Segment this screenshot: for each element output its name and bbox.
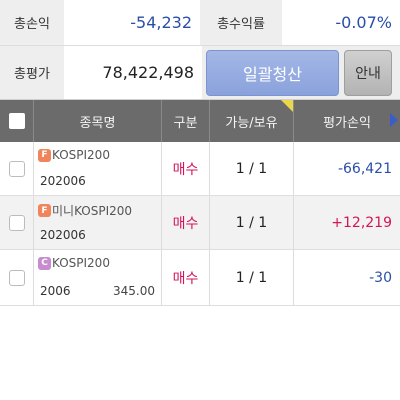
row-name-cell: F 미니KOSPI200 202006: [34, 196, 162, 249]
table-row[interactable]: C KOSPI200 2006 345.00 매수 1 / 1 -30: [0, 250, 400, 306]
total-return-label: 총수익률: [200, 0, 282, 45]
header-name[interactable]: 종목명: [34, 100, 162, 142]
total-return-value: -0.07%: [282, 0, 400, 45]
row-checkbox[interactable]: [8, 160, 25, 177]
call-option-badge-icon: C: [38, 256, 51, 270]
row-code: 202006: [40, 228, 86, 242]
row-name: F KOSPI200: [38, 148, 110, 162]
row-qty-cell: 1 / 1: [210, 142, 294, 195]
header-type[interactable]: 구분: [162, 100, 210, 142]
header-pl-label: 평가손익: [323, 115, 371, 131]
row-code: 202006: [40, 174, 86, 188]
row-name-label: KOSPI200: [52, 148, 110, 162]
row-type-cell: 매수: [162, 196, 210, 249]
row-name-label: 미니KOSPI200: [52, 204, 133, 218]
guide-button[interactable]: 안내: [344, 49, 392, 96]
row-select-cell: [0, 250, 34, 305]
row-type-cell: 매수: [162, 250, 210, 305]
row-name: C KOSPI200: [38, 256, 110, 270]
header-pl[interactable]: 평가손익: [294, 100, 400, 142]
action-buttons: 일괄청산 안내: [202, 46, 400, 99]
table-row[interactable]: F KOSPI200 202006 매수 1 / 1 -66,421: [0, 142, 400, 196]
table-row[interactable]: F 미니KOSPI200 202006 매수 1 / 1 +12,219: [0, 196, 400, 250]
futures-badge-icon: F: [38, 204, 51, 217]
total-eval-label: 총평가: [0, 46, 64, 99]
liquidate-all-button[interactable]: 일괄청산: [206, 49, 339, 96]
scroll-right-arrow-icon[interactable]: [390, 113, 398, 127]
row-name: F 미니KOSPI200: [38, 202, 132, 219]
row-strike-price: 345.00: [113, 284, 155, 298]
futures-badge-icon: F: [38, 148, 51, 162]
select-all-cell: [0, 100, 34, 142]
row-qty: 1 / 1: [235, 214, 268, 231]
row-qty-cell: 1 / 1: [210, 196, 294, 249]
row-type: 매수: [172, 161, 199, 178]
row-qty-cell: 1 / 1: [210, 250, 294, 305]
row-pl: -30: [369, 269, 392, 286]
total-pl-label: 총손익: [0, 0, 64, 45]
row-type-cell: 매수: [162, 142, 210, 195]
total-eval-value: 78,422,498: [64, 46, 202, 99]
table-header: 종목명 구분 가능/보유 평가손익: [0, 100, 400, 142]
row-name-cell: C KOSPI200 2006 345.00: [34, 250, 162, 305]
summary-row-eval: 총평가 78,422,498 일괄청산 안내: [0, 46, 400, 100]
summary-row-profit: 총손익 -54,232 총수익률 -0.07%: [0, 0, 400, 46]
row-type: 매수: [172, 270, 199, 287]
row-pl: -66,421: [337, 160, 392, 177]
sort-corner-icon: [281, 100, 293, 112]
select-all-checkbox[interactable]: [8, 113, 25, 129]
row-pl: +12,219: [331, 214, 392, 231]
row-type: 매수: [172, 215, 199, 232]
row-checkbox[interactable]: [8, 214, 25, 231]
row-qty: 1 / 1: [235, 160, 268, 177]
row-code: 2006: [40, 284, 71, 298]
row-qty: 1 / 1: [235, 269, 268, 286]
row-select-cell: [0, 142, 34, 195]
header-qty[interactable]: 가능/보유: [210, 100, 294, 142]
header-qty-label: 가능/보유: [225, 115, 278, 131]
row-checkbox[interactable]: [8, 269, 25, 286]
row-name-label: KOSPI200: [52, 256, 110, 270]
row-select-cell: [0, 196, 34, 249]
total-pl-value: -54,232: [64, 0, 200, 45]
row-name-cell: F KOSPI200 202006: [34, 142, 162, 195]
